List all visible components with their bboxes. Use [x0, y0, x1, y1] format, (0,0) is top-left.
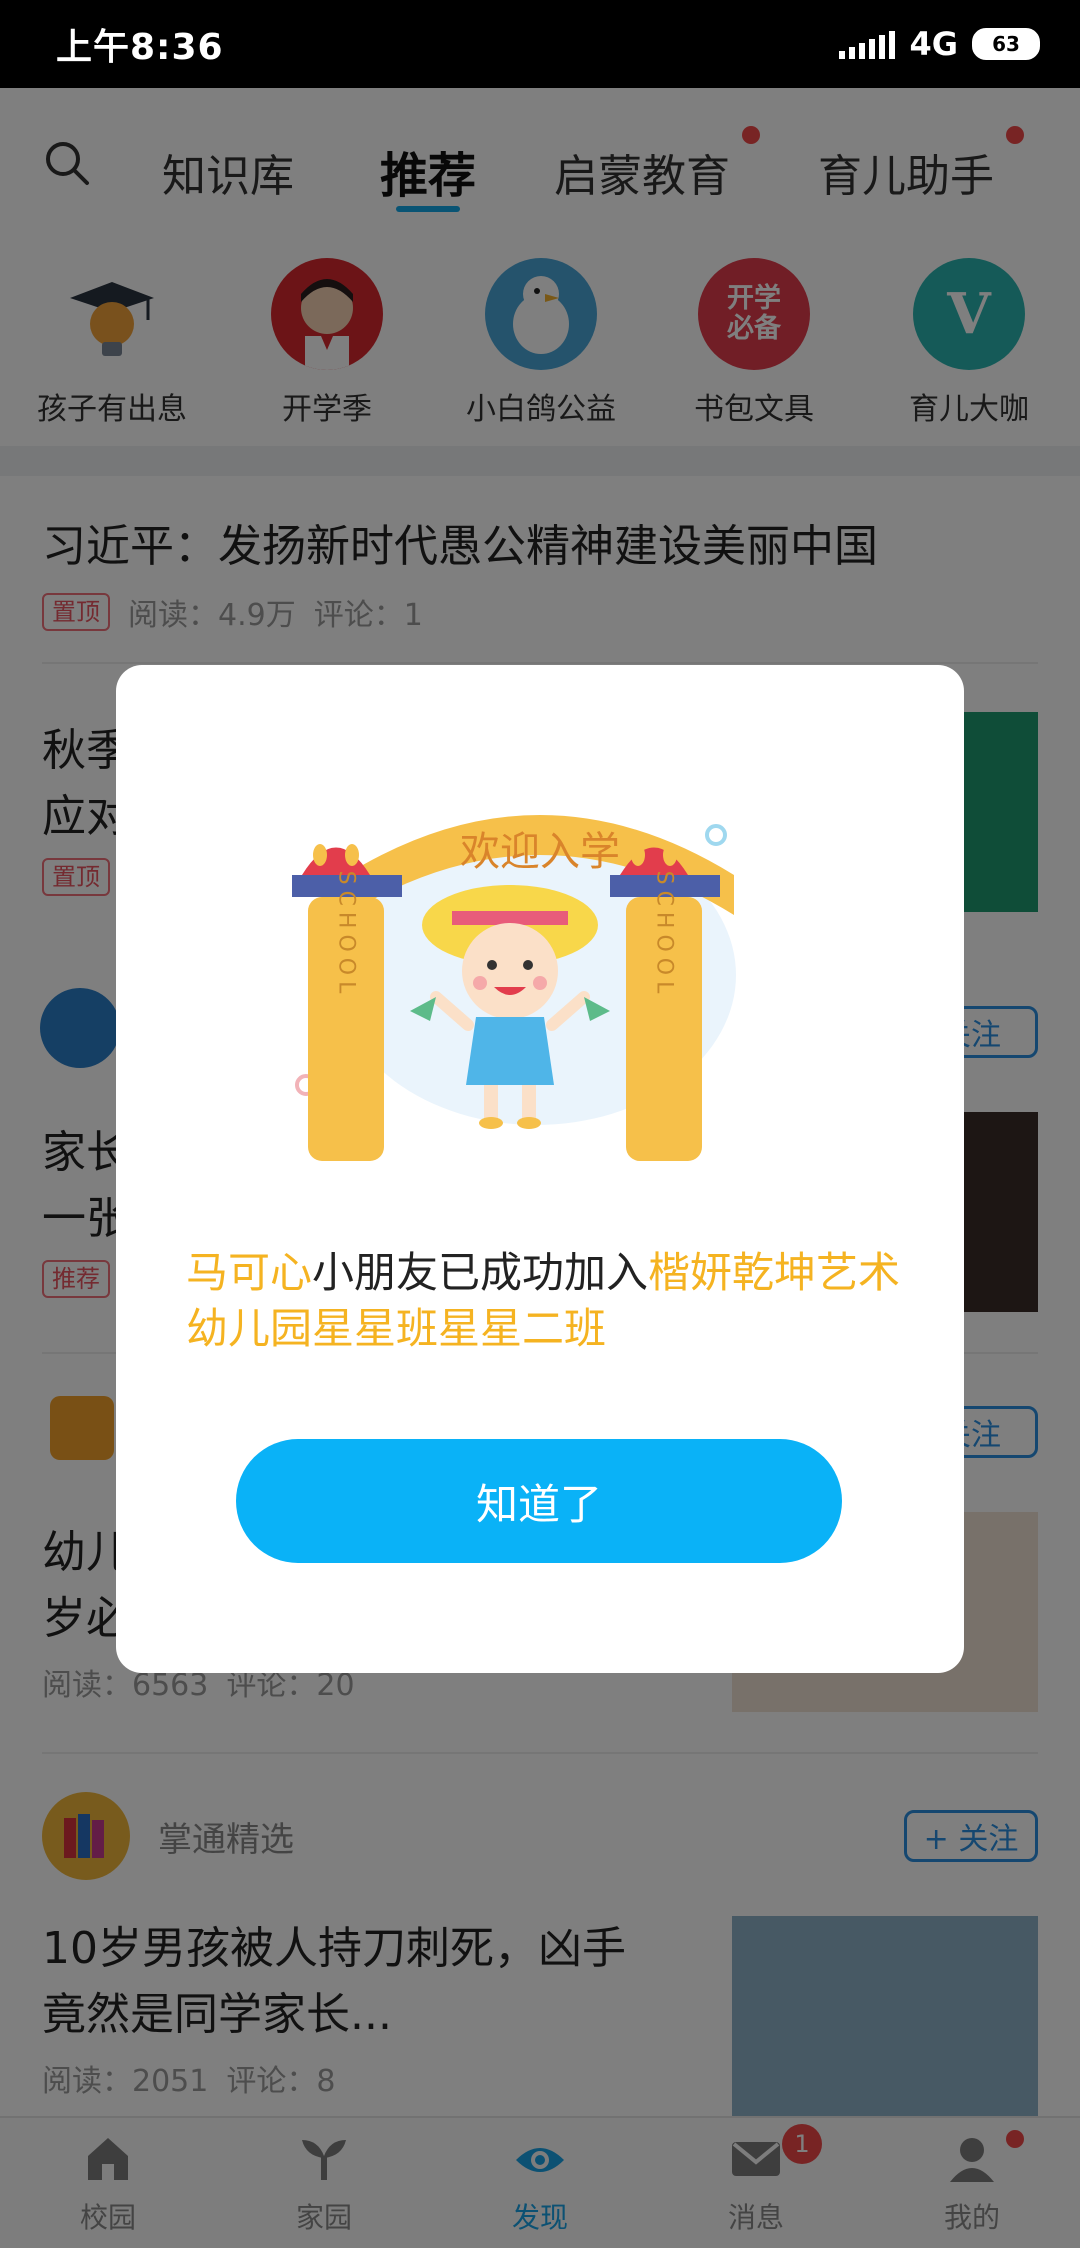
welcome-illustration: 欢迎入学 SCHOOL SCHOOL [292, 815, 736, 1161]
battery-level: 63 [992, 32, 1020, 56]
network-type: 4G [909, 25, 958, 63]
banner-text: 欢迎入学 [460, 829, 620, 875]
enrollment-success-dialog: 欢迎入学 SCHOOL SCHOOL 马可心小朋友已成功加入楷妍乾坤艺术幼儿园星… [116, 665, 964, 1673]
child-name: 马可心 [186, 1248, 313, 1297]
pillar-text: SCHOOL [652, 871, 677, 1000]
message-middle: 小朋友已成功加入 [312, 1248, 649, 1297]
status-time: 上午8:36 [56, 27, 224, 68]
confirm-button[interactable]: 知道了 [236, 1439, 842, 1563]
status-bar: 上午8:36 4G 63 [0, 0, 1080, 88]
battery-icon: 63 [972, 28, 1040, 60]
enrollment-message: 马可心小朋友已成功加入楷妍乾坤艺术幼儿园星星班星星二班 [186, 1245, 906, 1357]
signal-icon [839, 29, 896, 59]
status-indicators: 4G 63 [839, 25, 1040, 63]
pillar-text: SCHOOL [334, 871, 359, 1000]
